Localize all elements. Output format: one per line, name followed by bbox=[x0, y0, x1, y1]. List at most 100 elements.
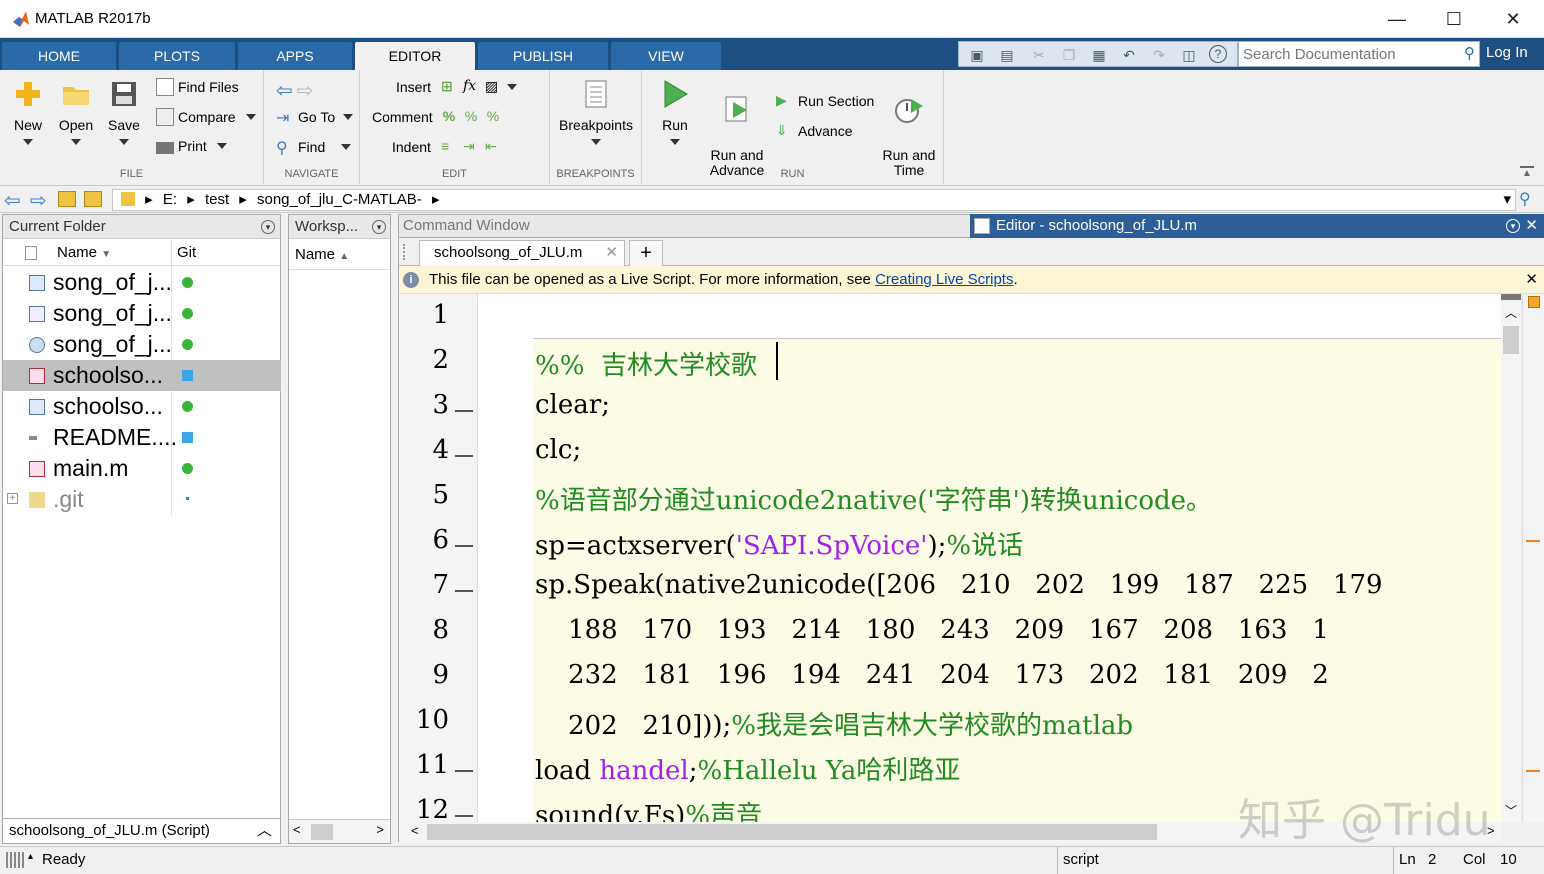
redo-icon[interactable]: ↷ bbox=[1149, 45, 1169, 65]
save-icon[interactable]: ▤ bbox=[997, 45, 1017, 65]
chevron-down-icon[interactable] bbox=[507, 84, 518, 90]
expand-icon[interactable]: + bbox=[7, 493, 18, 504]
code-line[interactable]: sp=actxserver('SAPI.SpVoice');%说话 bbox=[535, 525, 1023, 562]
code-line[interactable]: %语音部分通过unicode2native('字符串')转换unicode。 bbox=[535, 480, 1212, 517]
command-window-tab[interactable]: Command Window bbox=[398, 214, 972, 238]
switch-windows-icon[interactable]: ◫ bbox=[1179, 45, 1199, 65]
executable-line-marker[interactable] bbox=[455, 545, 473, 547]
code-line[interactable]: 202 210]));%我是会唱吉林大学校歌的matlab bbox=[535, 705, 1133, 742]
new-button[interactable]: New bbox=[6, 78, 50, 148]
warning-mark[interactable] bbox=[1526, 540, 1540, 542]
breadcrumb-item[interactable]: E: bbox=[163, 191, 177, 208]
breadcrumb-item[interactable]: test bbox=[205, 191, 229, 208]
save-button[interactable]: Save bbox=[102, 78, 146, 148]
executable-line-marker[interactable] bbox=[455, 770, 473, 772]
list-item[interactable]: + .git bbox=[3, 484, 281, 515]
paste-icon[interactable]: ▦ bbox=[1089, 45, 1109, 65]
scroll-down-icon[interactable]: ﹀ bbox=[1505, 802, 1517, 819]
fx-icon[interactable]: fx bbox=[463, 78, 481, 96]
list-item[interactable]: schoolso... bbox=[3, 391, 281, 422]
tab-apps[interactable]: APPS bbox=[238, 42, 352, 70]
back-forward-buttons[interactable]: ⇦ ⇨ bbox=[276, 78, 314, 103]
undo-icon[interactable]: ↶ bbox=[1119, 45, 1139, 65]
new-folder-icon[interactable]: ▣ bbox=[967, 45, 987, 65]
tab-editor[interactable]: EDITOR bbox=[355, 42, 475, 70]
chevron-up-icon[interactable]: ︿ bbox=[257, 819, 272, 843]
scroll-right-icon[interactable]: > bbox=[376, 822, 384, 837]
col-name[interactable]: Name ▼ bbox=[57, 240, 111, 268]
details-bar[interactable]: schoolsong_of_JLU.m (Script) ︿ bbox=[3, 818, 280, 843]
executable-line-marker[interactable] bbox=[455, 815, 473, 817]
panel-actions-icon[interactable]: ▾ bbox=[261, 220, 275, 234]
uncomment-icon[interactable]: % bbox=[465, 108, 483, 126]
breadcrumb-item[interactable]: song_of_jlu_C-MATLAB- bbox=[257, 191, 422, 208]
scroll-up-icon[interactable]: ︿ bbox=[1505, 304, 1517, 321]
print-button[interactable]: Print bbox=[156, 138, 227, 154]
scroll-left-icon[interactable]: < bbox=[411, 823, 419, 838]
breadcrumb[interactable]: ▸ E: ▸ test ▸ song_of_jlu_C-MATLAB- ▸ ▾ bbox=[112, 189, 1516, 211]
executable-line-marker[interactable] bbox=[455, 590, 473, 592]
list-item-selected[interactable]: schoolso... bbox=[3, 360, 281, 391]
file-type-column-icon[interactable] bbox=[25, 246, 37, 260]
help-icon[interactable]: ? bbox=[1209, 45, 1227, 63]
search-folder-icon[interactable]: ⚲ bbox=[1519, 189, 1531, 209]
executable-line-marker[interactable] bbox=[455, 455, 473, 457]
new-tab-button[interactable]: + bbox=[629, 240, 663, 266]
run-button[interactable]: Run bbox=[650, 78, 700, 148]
insert-section-icon[interactable]: ⊞ bbox=[441, 78, 459, 96]
col-git[interactable]: Git bbox=[177, 240, 196, 266]
up-folder-icon[interactable] bbox=[58, 191, 76, 207]
run-and-time-button[interactable]: Run and Time bbox=[878, 78, 940, 178]
tab-view[interactable]: VIEW bbox=[611, 42, 721, 70]
login-link[interactable]: Log In bbox=[1486, 44, 1528, 61]
code-line[interactable]: sp.Speak(native2unicode([206 210 202 199… bbox=[535, 570, 1383, 600]
minimize-button[interactable]: — bbox=[1374, 6, 1420, 32]
warning-indicator-icon[interactable] bbox=[1528, 296, 1540, 308]
tab-publish[interactable]: PUBLISH bbox=[478, 42, 608, 70]
back-arrow-icon[interactable]: ⇦ bbox=[276, 78, 293, 103]
panel-actions-icon[interactable]: ▾ bbox=[372, 220, 386, 234]
chevron-up-icon[interactable]: ▴ bbox=[28, 851, 33, 862]
run-section-button[interactable]: ▶ Run Section bbox=[776, 92, 874, 110]
scroll-thumb[interactable] bbox=[1503, 326, 1519, 354]
increase-indent-icon[interactable]: ⇥ bbox=[463, 138, 481, 156]
copy-icon[interactable]: ❐ bbox=[1059, 45, 1079, 65]
list-item[interactable]: song_of_j... bbox=[3, 267, 281, 298]
scroll-thumb[interactable] bbox=[311, 824, 333, 840]
run-and-advance-button[interactable]: Run and Advance bbox=[706, 78, 768, 178]
collapse-ribbon-icon[interactable]: ▲ bbox=[1520, 166, 1534, 179]
find-button[interactable]: ⚲ Find bbox=[276, 138, 352, 157]
horizontal-scrollbar[interactable]: < > bbox=[289, 819, 390, 843]
wrap-comment-icon[interactable]: % bbox=[487, 108, 505, 126]
code-line[interactable]: %% 吉林大学校歌 bbox=[535, 345, 757, 382]
code-line[interactable]: clear; bbox=[535, 390, 610, 420]
maximize-button[interactable]: ☐ bbox=[1431, 6, 1477, 32]
smart-indent-icon[interactable]: ≡ bbox=[441, 138, 459, 156]
code-line[interactable]: 188 170 193 214 180 243 209 167 208 163 … bbox=[535, 615, 1329, 645]
code-line[interactable]: sound(y,Fs)%声音 bbox=[535, 795, 762, 822]
comment-icon[interactable]: % bbox=[443, 108, 461, 126]
scroll-thumb[interactable] bbox=[427, 824, 1157, 840]
editor-actions-icon[interactable]: ▾ bbox=[1506, 219, 1520, 233]
decrease-indent-icon[interactable]: ⇤ bbox=[485, 138, 503, 156]
scroll-left-icon[interactable]: < bbox=[293, 822, 301, 837]
compare-button[interactable]: Compare bbox=[156, 108, 256, 126]
list-item[interactable]: main.m bbox=[3, 453, 281, 484]
tab-home[interactable]: HOME bbox=[2, 42, 116, 70]
chevron-down-icon[interactable]: ▾ bbox=[1503, 190, 1511, 210]
forward-arrow-icon[interactable]: ⇨ bbox=[30, 188, 47, 213]
list-item[interactable]: song_of_j... bbox=[3, 329, 281, 360]
warning-mark[interactable] bbox=[1526, 770, 1540, 772]
tab-plots[interactable]: PLOTS bbox=[119, 42, 235, 70]
vertical-scrollbar[interactable]: ︿ ﹀ bbox=[1501, 294, 1521, 822]
find-files-button[interactable]: Find Files bbox=[156, 78, 239, 96]
list-item[interactable]: song_of_j... bbox=[3, 298, 281, 329]
goto-button[interactable]: ⇥ Go To bbox=[276, 108, 354, 127]
function-icon[interactable]: ▨ bbox=[485, 78, 503, 96]
code-line[interactable]: load handel;%Hallelu Ya哈利路亚 bbox=[535, 750, 960, 787]
cut-icon[interactable]: ✂ bbox=[1029, 45, 1049, 65]
code-line[interactable]: clc; bbox=[535, 435, 581, 465]
browse-folder-icon[interactable] bbox=[84, 191, 102, 207]
code-editor[interactable]: 1 2%% 吉林大学校歌 3 clear; 4 clc; 5 %语音部分通过unicode2n… bbox=[398, 294, 1501, 822]
code-line[interactable]: 232 181 196 194 241 204 173 202 181 209 … bbox=[535, 660, 1329, 690]
